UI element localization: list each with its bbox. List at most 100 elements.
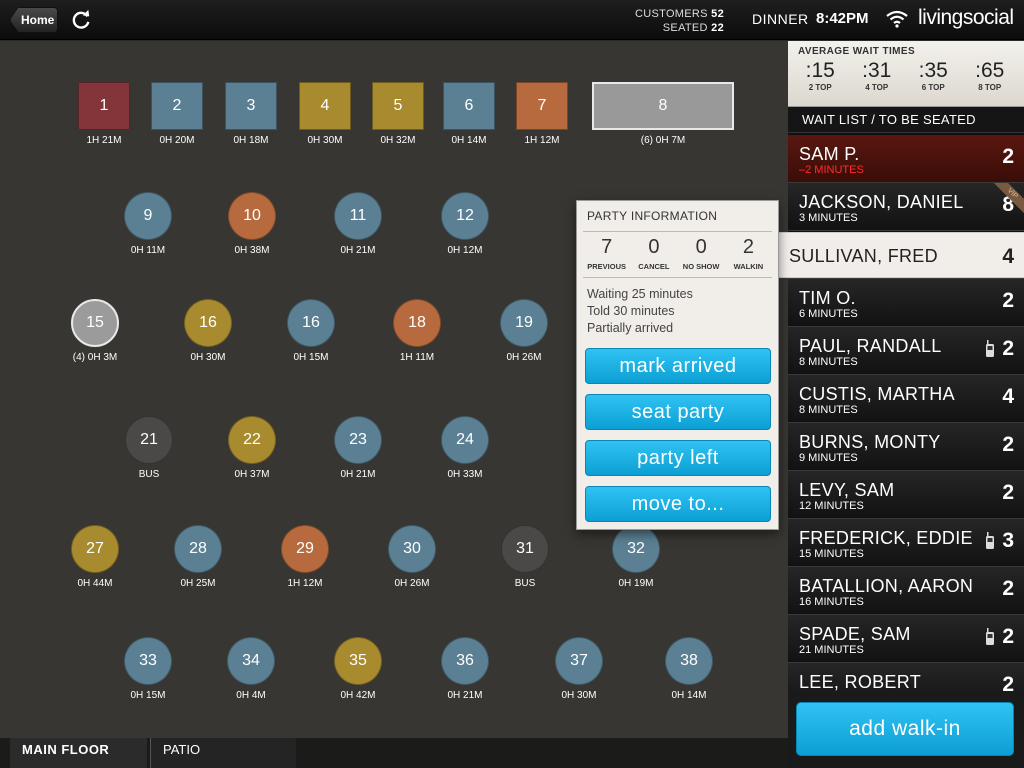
table-11[interactable]: 11 — [334, 192, 382, 240]
table-22[interactable]: 22 — [228, 416, 276, 464]
table-21[interactable]: 21 — [125, 416, 173, 464]
waitlist-item[interactable]: JACKSON, DANIEL 3 MINUTES 8 VIP — [788, 183, 1024, 231]
table-1[interactable]: 1 — [78, 82, 130, 130]
table-31[interactable]: 31 — [501, 525, 549, 573]
table-number: 24 — [456, 431, 474, 448]
table-number: 35 — [349, 652, 367, 669]
home-button[interactable]: Home — [10, 7, 58, 33]
table-2[interactable]: 2 — [151, 82, 203, 130]
table-number: 29 — [296, 540, 314, 557]
seat-party-button[interactable]: seat party — [585, 394, 771, 430]
waitlist-item[interactable]: BATALLION, AARON 16 MINUTES 2 — [788, 567, 1024, 615]
table-37[interactable]: 37 — [555, 637, 603, 685]
table-timer-label: 0H 21M — [447, 690, 483, 701]
table-number: 6 — [464, 97, 474, 114]
waitlist-item[interactable]: SAM P. –2 MINUTES 2 — [788, 135, 1024, 183]
customers-label: CUSTOMERS — [635, 8, 708, 20]
table-timer-label: 0H 26M — [506, 352, 542, 363]
table-16[interactable]: 16 — [184, 299, 232, 347]
party-wait-time: 16 MINUTES — [799, 596, 864, 608]
table-38[interactable]: 38 — [665, 637, 713, 685]
party-size: 4 — [1002, 385, 1014, 408]
table-34[interactable]: 34 — [227, 637, 275, 685]
add-walk-in-button[interactable]: add walk-in — [796, 702, 1014, 756]
wait-panel: AVERAGE WAIT TIMES :15 2 TOP :31 4 TOP :35… — [788, 41, 1024, 768]
table-number: 7 — [537, 97, 547, 114]
party-name: TIM O. — [799, 288, 856, 308]
party-wait-time: 6 MINUTES — [799, 308, 858, 320]
selected-party-name: SULLIVAN, FRED — [789, 246, 938, 266]
waitlist-item[interactable]: PAUL, RANDALL 8 MINUTES 2 — [788, 327, 1024, 375]
table-23[interactable]: 23 — [334, 416, 382, 464]
table-18[interactable]: 18 — [393, 299, 441, 347]
table-timer-label: 0H 21M — [340, 245, 376, 256]
party-name: CUSTIS, MARTHA — [799, 384, 955, 404]
table-timer-label: 0H 25M — [180, 578, 216, 589]
party-arrival-line: Partially arrived — [587, 321, 674, 335]
table-28[interactable]: 28 — [174, 525, 222, 573]
table-8[interactable]: 8 — [592, 82, 734, 130]
table-6[interactable]: 6 — [443, 82, 495, 130]
waitlist-item[interactable]: TIM O. 6 MINUTES 2 — [788, 279, 1024, 327]
table-number: 32 — [627, 540, 645, 557]
table-5[interactable]: 5 — [372, 82, 424, 130]
table-4[interactable]: 4 — [299, 82, 351, 130]
table-30[interactable]: 30 — [388, 525, 436, 573]
tab-main-floor[interactable]: MAIN FLOOR — [10, 738, 147, 768]
table-35[interactable]: 35 — [334, 637, 382, 685]
customers-count: 52 — [711, 8, 724, 20]
table-7[interactable]: 7 — [516, 82, 568, 130]
stat-no-show: 0 NO SHOW — [682, 236, 720, 271]
party-size: 2 — [1002, 289, 1014, 312]
table-10[interactable]: 10 — [228, 192, 276, 240]
party-name: LEVY, SAM — [799, 480, 895, 500]
party-left-button[interactable]: party left — [585, 440, 771, 476]
table-27[interactable]: 27 — [71, 525, 119, 573]
table-timer-label: 0H 37M — [234, 469, 270, 480]
waitlist: SAM P. –2 MINUTES 2 JACKSON, DANIEL 3 MINUTE… — [788, 135, 1024, 735]
party-name: SPADE, SAM — [799, 624, 911, 644]
party-waiting-line: Waiting 25 minutes — [587, 287, 693, 301]
phone-icon — [986, 532, 994, 549]
table-29[interactable]: 29 — [281, 525, 329, 573]
stat-previous: 7 PREVIOUS — [587, 236, 626, 271]
stat-cancel: 0 CANCEL — [638, 236, 670, 271]
waitlist-item[interactable]: LEVY, SAM 12 MINUTES 2 — [788, 471, 1024, 519]
party-wait-time: 12 MINUTES — [799, 500, 864, 512]
mark-arrived-button[interactable]: mark arrived — [585, 348, 771, 384]
refresh-icon[interactable] — [70, 9, 92, 31]
waitlist-item[interactable]: FREDERICK, EDDIE 15 MINUTES 3 — [788, 519, 1024, 567]
table-timer-label: BUS — [514, 578, 536, 589]
table-9[interactable]: 9 — [124, 192, 172, 240]
table-number: 1 — [99, 97, 109, 114]
table-24[interactable]: 24 — [441, 416, 489, 464]
table-timer-label: 0H 4M — [236, 690, 266, 701]
avg-wait-8-top: :65 8 TOP — [975, 59, 1005, 92]
waitlist-item[interactable]: BURNS, MONTY 9 MINUTES 2 — [788, 423, 1024, 471]
party-name: BURNS, MONTY — [799, 432, 941, 452]
table-number: 8 — [658, 97, 668, 114]
party-information-title: PARTY INFORMATION — [583, 201, 772, 232]
table-number: 34 — [242, 652, 260, 669]
tab-patio[interactable]: PATIO — [150, 738, 296, 768]
table-3[interactable]: 3 — [225, 82, 277, 130]
table-16[interactable]: 16 — [287, 299, 335, 347]
move-to-button[interactable]: move to... — [585, 486, 771, 522]
table-36[interactable]: 36 — [441, 637, 489, 685]
vip-badge: VIP — [994, 183, 1024, 213]
table-timer-label: 0H 14M — [671, 690, 707, 701]
table-15[interactable]: 15 — [71, 299, 119, 347]
table-number: 28 — [189, 540, 207, 557]
table-33[interactable]: 33 — [124, 637, 172, 685]
table-number: 2 — [172, 97, 182, 114]
table-number: 36 — [456, 652, 474, 669]
table-12[interactable]: 12 — [441, 192, 489, 240]
selected-party-row[interactable]: SULLIVAN, FRED 4 — [777, 232, 1024, 278]
table-timer-label: 0H 44M — [77, 578, 113, 589]
table-19[interactable]: 19 — [500, 299, 548, 347]
table-number: 16 — [199, 314, 217, 331]
waitlist-item[interactable]: CUSTIS, MARTHA 8 MINUTES 4 — [788, 375, 1024, 423]
waitlist-item[interactable]: SPADE, SAM 21 MINUTES 2 — [788, 615, 1024, 663]
table-timer-label: 1H 12M — [524, 135, 560, 146]
table-32[interactable]: 32 — [612, 525, 660, 573]
